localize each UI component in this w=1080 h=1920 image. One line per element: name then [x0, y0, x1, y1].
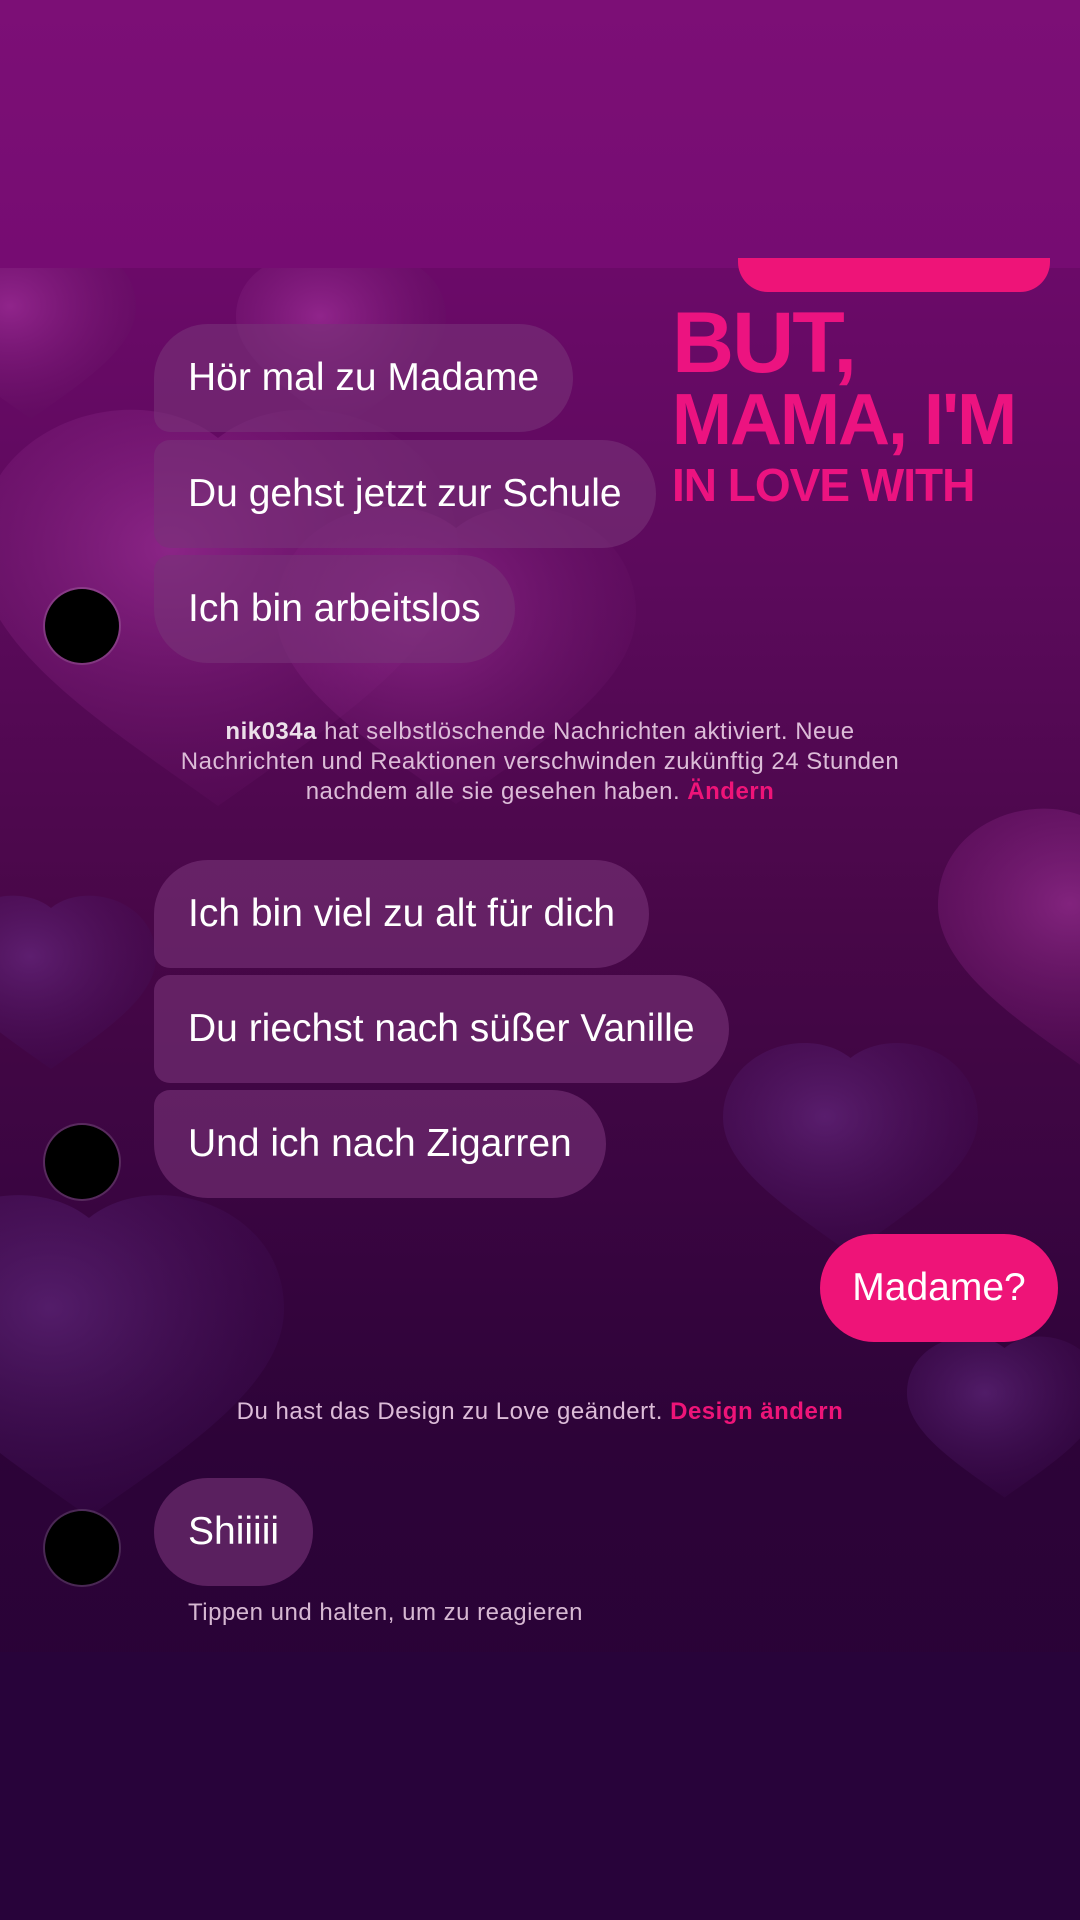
theme-change-notice: Du hast das Design zu Love geändert. Des…	[120, 1397, 960, 1427]
react-hint: Tippen und halten, um zu reagieren	[188, 1599, 584, 1626]
sticker-line-3: IN LOVE WITH	[672, 459, 975, 511]
bottom-area	[0, 1652, 1080, 1920]
sticker-line-1: BUT,	[672, 295, 857, 391]
notice-text-3: nachdem alle sie gesehen haben.	[305, 778, 688, 805]
notice-text: Du hast das Design zu Love geändert.	[236, 1398, 671, 1425]
message-bubble[interactable]: Du gehst jetzt zur Schule	[154, 440, 656, 548]
sticker-line-2: MAMA, I'M	[672, 380, 1017, 460]
outgoing-message-bubble[interactable]: Madame?	[820, 1234, 1058, 1342]
disappearing-messages-notice: nik034a hat selbstlöschende Nachrichten …	[120, 717, 960, 807]
message-bubble[interactable]: Und ich nach Zigarren	[154, 1090, 606, 1198]
change-design-link[interactable]: Design ändern	[670, 1398, 843, 1425]
sticker-but-mama[interactable]: BUT, MAMA, I'M IN LOVE WITH	[672, 300, 1062, 508]
avatar[interactable]	[45, 589, 119, 663]
username[interactable]: nik034a	[225, 718, 317, 745]
change-link[interactable]: Ändern	[687, 778, 774, 805]
message-bubble[interactable]: Du riechst nach süßer Vanille	[154, 975, 729, 1083]
message-bubble[interactable]: Ich bin arbeitslos	[154, 555, 515, 663]
message-bubble[interactable]: Shiiiii	[154, 1478, 314, 1586]
top-header-area	[0, 0, 1080, 268]
message-bubble[interactable]: Ich bin viel zu alt für dich	[154, 860, 650, 968]
avatar[interactable]	[45, 1511, 119, 1585]
notice-text-1: hat selbstlöschende Nachrichten aktivier…	[316, 718, 855, 745]
message-bubble[interactable]: Hör mal zu Madame	[154, 324, 574, 432]
avatar[interactable]	[45, 1125, 119, 1199]
pink-sticker-edge	[738, 258, 1050, 292]
notice-text-2: Nachrichten und Reaktionen verschwinden …	[180, 748, 900, 775]
